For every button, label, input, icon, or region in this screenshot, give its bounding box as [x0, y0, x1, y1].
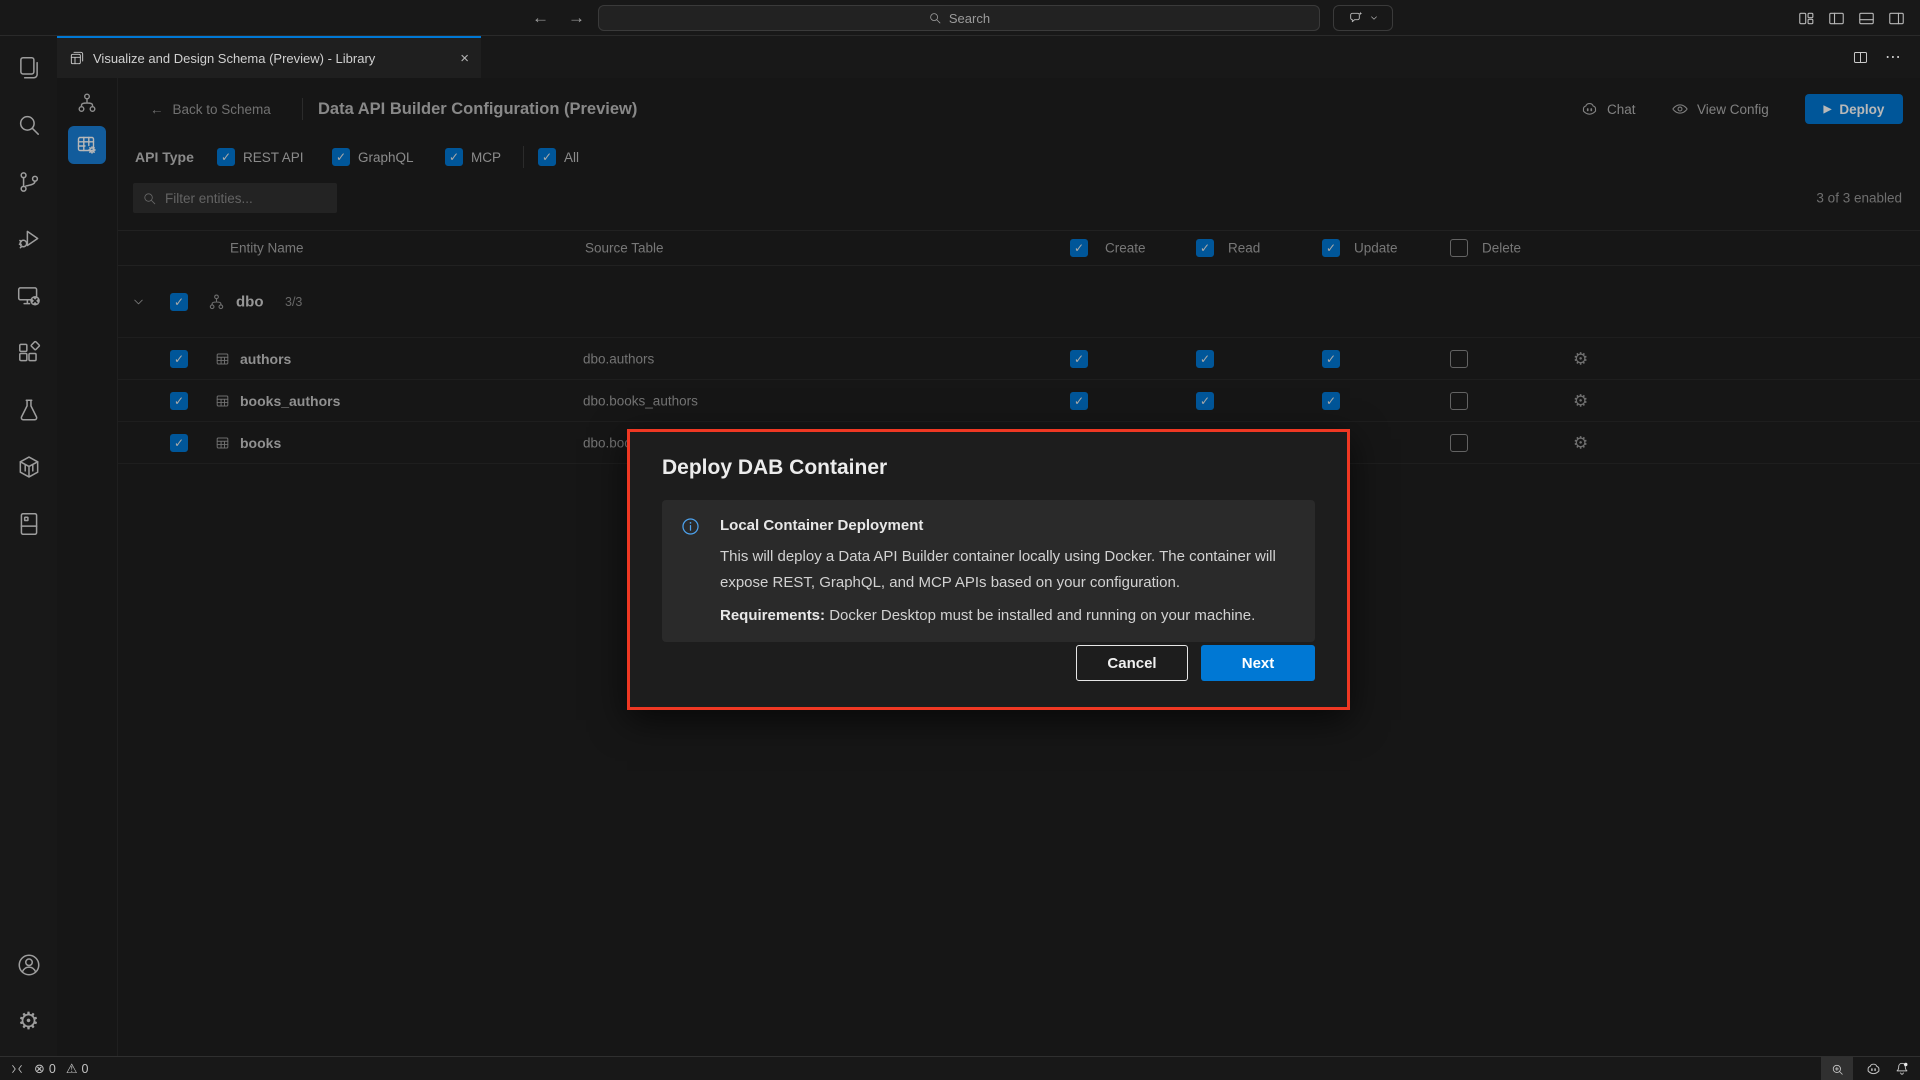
zoom-status-button[interactable]: [1821, 1057, 1853, 1080]
tab-bar: Visualize and Design Schema (Preview) - …: [57, 36, 1920, 78]
cancel-button[interactable]: Cancel: [1076, 645, 1188, 681]
nav-forward-icon[interactable]: →: [568, 0, 585, 36]
problems-indicator[interactable]: ⊗ 0 ⚠ 0: [34, 1061, 88, 1077]
deploy-dab-container-dialog: Deploy DAB Container Local Container Dep…: [627, 429, 1350, 710]
settings-gear-icon[interactable]: ⚙: [9, 1002, 49, 1042]
remote-indicator[interactable]: [10, 1062, 24, 1076]
requirements-label: Requirements:: [720, 607, 825, 624]
chevron-down-icon: [1369, 13, 1379, 23]
toggle-sidebar-right-icon[interactable]: [1887, 9, 1906, 28]
info-heading: Local Container Deployment: [720, 517, 923, 534]
copilot-icon: [1865, 1061, 1882, 1078]
copilot-chat-button[interactable]: [1333, 5, 1393, 31]
toggle-panel-icon[interactable]: [1857, 9, 1876, 28]
tab-visualize-design-schema[interactable]: Visualize and Design Schema (Preview) - …: [57, 36, 481, 78]
info-body: This will deploy a Data API Builder cont…: [720, 544, 1295, 596]
status-bar: ⊗ 0 ⚠ 0: [0, 1056, 1920, 1080]
tab-label: Visualize and Design Schema (Preview) - …: [93, 51, 375, 66]
container-package-icon[interactable]: [9, 447, 49, 487]
search-icon: [928, 11, 942, 25]
error-count: 0: [49, 1062, 56, 1076]
next-button[interactable]: Next: [1201, 645, 1315, 681]
search-placeholder: Search: [949, 11, 990, 26]
dialog-info-box: Local Container Deployment This will dep…: [662, 500, 1315, 642]
split-editor-icon[interactable]: [1852, 49, 1869, 66]
schema-designer-tab-icon: [69, 50, 85, 66]
editor-area: Visualize and Design Schema (Preview) - …: [57, 36, 1920, 1056]
toggle-sidebar-left-icon[interactable]: [1827, 9, 1846, 28]
explorer-icon[interactable]: [9, 48, 49, 88]
search-sidebar-icon[interactable]: [9, 105, 49, 145]
warning-count: 0: [82, 1062, 89, 1076]
info-icon: [680, 516, 701, 537]
error-icon: ⊗: [34, 1061, 45, 1077]
bell-icon: [1894, 1061, 1910, 1077]
command-center-search[interactable]: Search: [598, 5, 1320, 31]
zoom-in-icon: [1830, 1062, 1845, 1077]
warning-icon: ⚠: [66, 1061, 78, 1077]
test-beaker-icon[interactable]: [9, 390, 49, 430]
info-requirements: Requirements: Docker Desktop must be ins…: [720, 607, 1295, 624]
title-bar: ← → Search: [0, 0, 1920, 36]
extensions-icon[interactable]: [9, 333, 49, 373]
tab-close-icon[interactable]: ×: [460, 50, 469, 67]
dialog-title: Deploy DAB Container: [662, 456, 887, 480]
database-server-icon[interactable]: [9, 504, 49, 544]
dab-configuration-webview: ← Back to Schema Data API Builder Config…: [57, 78, 1920, 1056]
notifications-bell-button[interactable]: [1894, 1061, 1910, 1077]
run-debug-icon[interactable]: [9, 219, 49, 259]
more-actions-icon[interactable]: ⋯: [1885, 47, 1902, 67]
chat-sparkle-icon: [1348, 10, 1364, 26]
nav-back-icon[interactable]: ←: [532, 0, 549, 36]
account-icon[interactable]: [9, 945, 49, 985]
customize-layout-icon[interactable]: [1797, 9, 1816, 28]
copilot-status-button[interactable]: [1865, 1061, 1882, 1078]
source-control-icon[interactable]: [9, 162, 49, 202]
remote-window-icon: [10, 1062, 24, 1076]
remote-explorer-icon[interactable]: [9, 276, 49, 316]
activity-bar: ⚙: [0, 36, 57, 1056]
requirements-body: Docker Desktop must be installed and run…: [825, 607, 1255, 624]
